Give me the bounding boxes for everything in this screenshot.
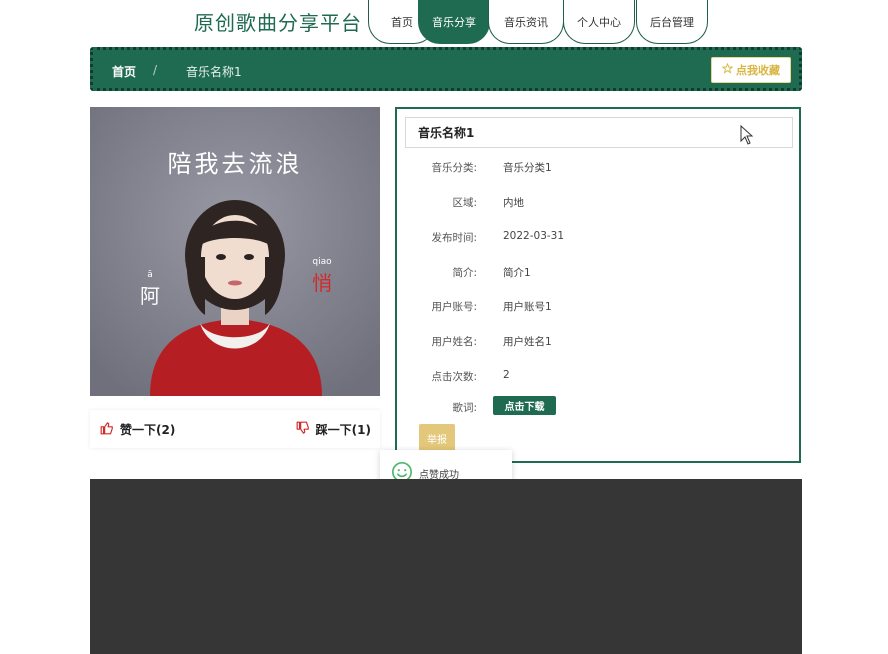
cover-pinyin-2: qiao bbox=[312, 257, 332, 267]
nav-tab-personal-center[interactable]: 个人中心 bbox=[563, 0, 635, 44]
album-cover: 陪我去流浪 ā 阿 qiao 悄 bbox=[90, 107, 380, 396]
vote-row: 赞一下(2) 踩一下(1) bbox=[90, 410, 380, 448]
field-label: 用户姓名: bbox=[431, 336, 477, 348]
breadcrumb-home[interactable]: 首页 bbox=[112, 63, 136, 80]
field-value: 内地 bbox=[503, 197, 524, 209]
nav-tab-music-news[interactable]: 音乐资讯 bbox=[488, 0, 564, 44]
cover-artist-right: qiao 悄 bbox=[312, 257, 332, 296]
music-detail-panel: 音乐名称1 音乐分类: 音乐分类1 区域: 内地 发布时间: 2022-03-3… bbox=[395, 107, 801, 463]
page-footer bbox=[90, 479, 802, 654]
field-label: 歌词: bbox=[452, 402, 477, 414]
music-title: 音乐名称1 bbox=[405, 117, 793, 148]
cover-title: 陪我去流浪 bbox=[167, 150, 303, 178]
breadcrumb-separator: / bbox=[153, 63, 158, 77]
field-label: 发布时间: bbox=[431, 232, 477, 244]
field-value: 用户账号1 bbox=[503, 301, 552, 313]
favorite-label: 点我收藏 bbox=[736, 64, 780, 77]
like-button[interactable]: 赞一下(2) bbox=[100, 421, 175, 438]
field-value: 音乐分类1 bbox=[503, 162, 552, 174]
download-button[interactable]: 点击下载 bbox=[493, 396, 556, 415]
field-value: 简介1 bbox=[503, 267, 531, 279]
thumbs-up-icon bbox=[100, 421, 114, 438]
site-title: 原创歌曲分享平台 bbox=[194, 11, 362, 35]
nav-tab-music-share[interactable]: 音乐分享 bbox=[418, 0, 490, 44]
field-label: 点击次数: bbox=[431, 371, 477, 383]
mouse-cursor-icon bbox=[740, 124, 754, 149]
cover-artist-left: ā 阿 bbox=[140, 270, 160, 309]
favorite-button[interactable]: 点我收藏 bbox=[711, 57, 791, 83]
field-label: 区域: bbox=[452, 197, 477, 209]
field-label: 用户账号: bbox=[431, 301, 477, 313]
cover-char-1: 阿 bbox=[140, 284, 160, 308]
breadcrumb-current: 音乐名称1 bbox=[186, 65, 242, 79]
field-label: 音乐分类: bbox=[431, 162, 477, 174]
breadcrumb: 首页 / 音乐名称1 点我收藏 bbox=[90, 47, 802, 91]
like-label: 赞一下(2) bbox=[120, 423, 176, 437]
star-icon bbox=[721, 62, 734, 77]
dislike-button[interactable]: 踩一下(1) bbox=[296, 421, 371, 438]
field-value: 用户姓名1 bbox=[503, 336, 552, 348]
thumbs-down-icon bbox=[296, 421, 310, 438]
report-button[interactable]: 举报 bbox=[419, 424, 455, 452]
cover-char-2: 悄 bbox=[312, 271, 332, 295]
field-label: 简介: bbox=[452, 267, 477, 279]
field-value: 2 bbox=[503, 369, 510, 381]
dislike-label: 踩一下(1) bbox=[315, 423, 371, 437]
field-value: 2022-03-31 bbox=[503, 230, 565, 242]
cover-pinyin-1: ā bbox=[147, 270, 153, 280]
nav-tab-admin[interactable]: 后台管理 bbox=[636, 0, 708, 44]
